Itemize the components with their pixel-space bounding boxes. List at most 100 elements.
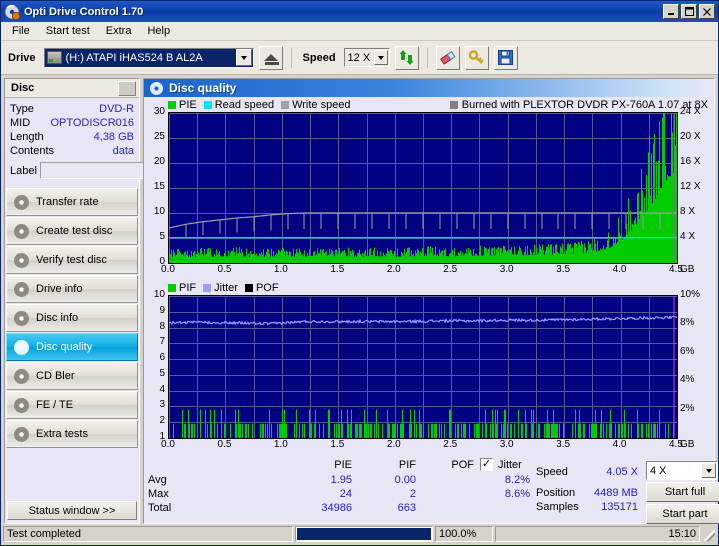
axis-tick-label: 1.5 — [330, 264, 345, 275]
resize-grip[interactable] — [702, 526, 716, 542]
drive-select[interactable]: (H:) ATAPI iHAS524 B AL2A — [43, 47, 254, 68]
axis-tick-label: 5 — [159, 367, 165, 379]
axis-tick-label: 0.5 — [217, 264, 232, 275]
axis-tick-label: 7 — [159, 336, 165, 348]
disc-icon — [14, 252, 29, 268]
maximize-button[interactable] — [681, 4, 697, 19]
disc-icon — [14, 368, 29, 384]
sidebar-item-disc-quality[interactable]: Disc quality — [6, 333, 138, 361]
progress-percent: 100.0% — [435, 526, 493, 542]
start-full-button[interactable]: Start full — [646, 482, 719, 502]
save-button[interactable] — [493, 45, 518, 70]
chart-pie-speed: 30 25 20 15 10 5 0 24 X 20 X 16 X 12 X8 X4 X 0.0 0… — [144, 106, 714, 280]
key-icon — [468, 50, 484, 64]
axis-tick-label: 3.0 — [499, 439, 514, 450]
nav-list: Transfer rate Create test disc Verify te… — [5, 188, 139, 449]
sidebar-item-transfer-rate[interactable]: Transfer rate — [6, 188, 138, 216]
chart-pif-jitter: 10 9 8 7 6 5 4 3 2 1 10% 8% 6% 4% 2% 0.0 0.5 1.0 1.5 2.0 2… — [144, 289, 714, 455]
menu-start-test[interactable]: Start test — [39, 23, 97, 39]
sidebar-item-drive-info[interactable]: Drive info — [6, 275, 138, 303]
speed-stat-label: Speed — [536, 466, 568, 478]
menu-file[interactable]: File — [5, 23, 37, 39]
axis-tick-label: 1.0 — [273, 264, 288, 275]
legend-item-write-speed: Write speed — [281, 99, 351, 111]
refresh-button[interactable] — [394, 45, 419, 70]
eject-button[interactable] — [258, 45, 283, 70]
disc-icon — [14, 281, 29, 297]
axis-tick-label: 9 — [159, 304, 165, 316]
axis-tick-label: 2.5 — [443, 439, 458, 450]
stats-row-label-max: Max — [148, 488, 169, 500]
window-controls — [663, 4, 716, 19]
sidebar-item-disc-info[interactable]: Disc info — [6, 304, 138, 332]
disc-icon — [14, 310, 29, 326]
menu-help[interactable]: Help — [140, 23, 177, 39]
key-button[interactable] — [464, 45, 489, 70]
sidebar-item-verify-test-disc[interactable]: Verify test disc — [6, 246, 138, 274]
status-window-button[interactable]: Status window >> — [7, 501, 137, 520]
chevron-down-icon[interactable] — [235, 49, 252, 66]
disc-icon — [14, 397, 29, 413]
axis-tick-label: 10 — [153, 206, 165, 217]
title-bar: Opti Drive Control 1.70 — [1, 1, 718, 22]
axis-tick-label: 2% — [680, 402, 695, 414]
axis-tick-label: 0.0 — [161, 439, 175, 450]
stats-header-pof: POF — [451, 459, 474, 471]
toolbar-divider-1 — [290, 47, 292, 68]
sidebar-item-cd-bler[interactable]: CD Bler — [6, 362, 138, 390]
drive-select-value: (H:) ATAPI iHAS524 B AL2A — [65, 51, 203, 64]
toolbar-divider-2 — [426, 47, 428, 68]
legend-item-jitter: Jitter — [203, 282, 238, 294]
sidebar-item-create-test-disc[interactable]: Create test disc — [6, 217, 138, 245]
test-speed-select-value: 4 X — [650, 464, 667, 477]
erase-button[interactable] — [435, 45, 460, 70]
axis-tick-label: 6% — [680, 345, 695, 357]
stats-avg-jitter: 8.2% — [504, 474, 530, 486]
disc-icon — [14, 223, 29, 239]
legend-label-write-speed: Write speed — [292, 98, 351, 111]
stats-total-pie: 34986 — [321, 502, 352, 514]
speed-label: Speed — [302, 51, 336, 64]
speed-select[interactable]: 12 X — [343, 48, 390, 67]
sidebar-item-extra-tests[interactable]: Extra tests — [6, 420, 138, 448]
disc-panel-collapse-button[interactable] — [118, 80, 136, 96]
chart-pif-jitter-plot[interactable] — [168, 295, 678, 439]
jitter-label: Jitter — [498, 459, 522, 471]
sidebar-item-label: Disc quality — [36, 341, 93, 353]
axis-tick-label: 20 X — [680, 131, 701, 142]
stats-max-pie: 24 — [339, 488, 352, 500]
stats-area: PIE PIF POF ✓ Jitter Avg 1.95 0.00 8.2% … — [144, 455, 719, 524]
start-part-button[interactable]: Start part — [646, 504, 719, 524]
elapsed-time: 15:10 — [495, 526, 700, 542]
axis-tick-label: 0.0 — [161, 264, 175, 275]
axis-tick-label: 4 — [159, 383, 165, 395]
close-button[interactable] — [699, 4, 715, 19]
axis-tick-label: 2.5 — [443, 264, 458, 275]
test-speed-select[interactable]: 4 X — [646, 461, 718, 480]
axis-tick-label: 10 — [153, 289, 165, 300]
stats-max-pif: 2 — [409, 488, 416, 500]
stats-header-pie: PIE — [334, 459, 352, 471]
axis-tick-label: 1.5 — [330, 439, 345, 450]
save-icon — [498, 50, 514, 65]
axis-tick-label: 8% — [680, 317, 695, 329]
axis-tick-label: 1.0 — [273, 439, 288, 450]
chart-canvas — [169, 113, 677, 263]
right-panel: Disc quality PIE Read speed Write speed — [143, 78, 719, 524]
page-title: Disc quality — [169, 81, 237, 95]
main-body: Disc Type DVD-R MID OPTODISCR016 Length … — [1, 75, 719, 524]
legend-swatch-pie — [168, 100, 176, 109]
chart-pie-speed-plot[interactable] — [168, 112, 678, 264]
sidebar-item-label: CD Bler — [36, 370, 75, 382]
refresh-icon — [399, 50, 414, 65]
menu-bar: File Start test Extra Help — [1, 22, 718, 41]
chevron-down-icon[interactable] — [373, 50, 388, 65]
menu-extra[interactable]: Extra — [99, 23, 139, 39]
minimize-button[interactable] — [663, 4, 679, 19]
jitter-checkbox[interactable]: ✓ — [480, 458, 493, 471]
stats-avg-pie: 1.95 — [330, 474, 352, 486]
toolbar: Drive (H:) ATAPI iHAS524 B AL2A Speed 12… — [1, 41, 718, 75]
disc-type-value: DVD-R — [99, 103, 134, 115]
sidebar-item-fe-te[interactable]: FE / TE — [6, 391, 138, 419]
chevron-down-icon[interactable] — [701, 463, 716, 478]
